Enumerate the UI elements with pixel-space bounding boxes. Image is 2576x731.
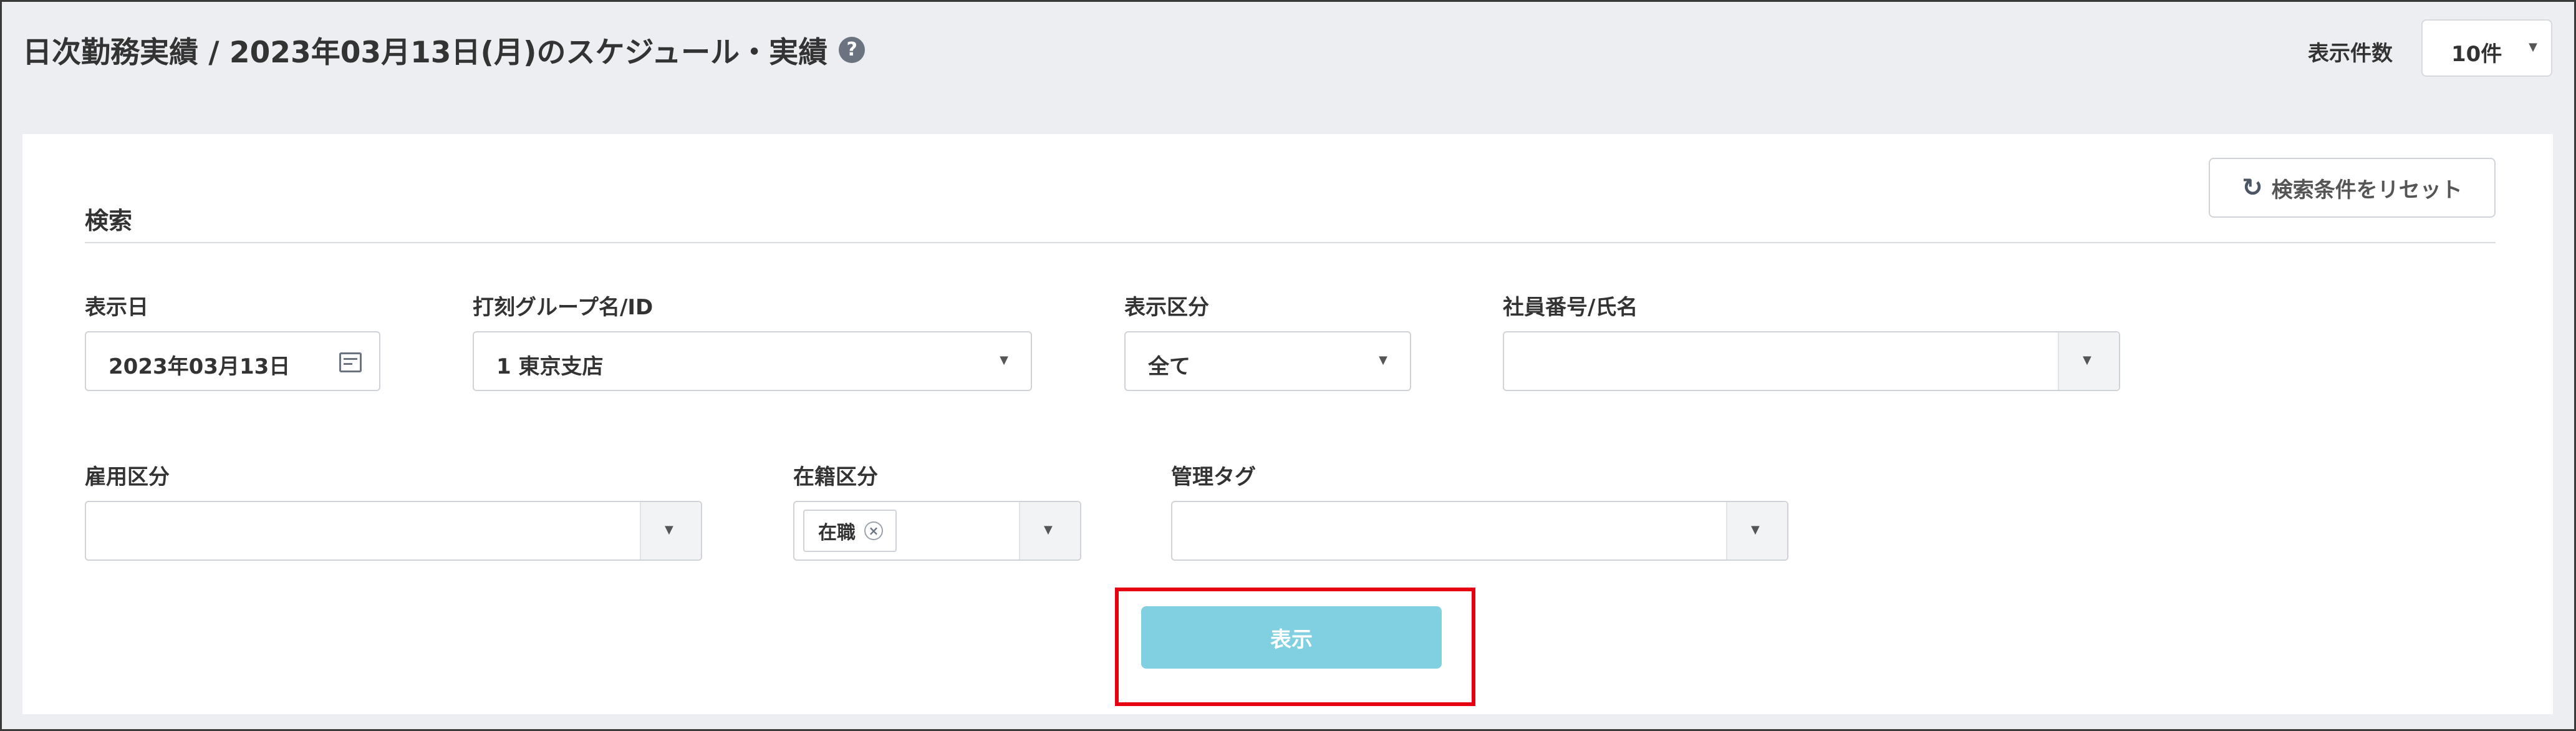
caret-down-icon: ▼: [1379, 354, 1387, 367]
page-header: 日次勤務実績 / 2023年03月13日(月)のスケジュール・実績 ? 表示件数…: [2, 2, 2574, 133]
display-category-label: 表示区分: [1124, 295, 1209, 320]
screen-frame: 日次勤務実績 / 2023年03月13日(月)のスケジュール・実績 ? 表示件数…: [0, 0, 2576, 731]
clock-group-select[interactable]: 1 東京支店 ▼: [473, 331, 1032, 391]
caret-down-icon: ▼: [2083, 354, 2091, 367]
employment-type-dropdown-toggle[interactable]: ▼: [640, 502, 701, 559]
display-category-select[interactable]: 全て ▼: [1124, 331, 1411, 391]
caret-down-icon: ▼: [1751, 523, 1760, 536]
enrollment-tag-label: 在職: [818, 522, 856, 544]
section-divider: [85, 242, 2496, 243]
page-title-text: 日次勤務実績 / 2023年03月13日(月)のスケジュール・実績: [22, 36, 828, 70]
reset-search-label: 検索条件をリセット: [2271, 177, 2463, 203]
clock-group-label: 打刻グループ名/ID: [473, 295, 654, 320]
caret-down-icon: ▼: [1044, 523, 1053, 536]
management-tag-label: 管理タグ: [1171, 465, 1256, 490]
help-icon[interactable]: ?: [839, 36, 866, 63]
employee-select[interactable]: ▼: [1503, 331, 2120, 391]
caret-down-icon: ▼: [2529, 41, 2537, 54]
display-date-value: 2023年03月13日: [109, 354, 291, 379]
management-tag-select[interactable]: ▼: [1171, 501, 1788, 561]
per-page-value: 10件: [2451, 42, 2502, 67]
enrollment-tag-chip: 在職 ×: [803, 510, 897, 552]
search-section-title: 検索: [85, 207, 133, 235]
display-date-input[interactable]: 2023年03月13日: [85, 331, 380, 391]
per-page-select[interactable]: 10件 ▼: [2421, 19, 2552, 77]
enrollment-status-dropdown-toggle[interactable]: ▼: [1019, 502, 1080, 559]
page-title: 日次勤務実績 / 2023年03月13日(月)のスケジュール・実績 ?: [22, 28, 866, 71]
employment-type-select[interactable]: ▼: [85, 501, 702, 561]
enrollment-status-select[interactable]: 在職 × ▼: [793, 501, 1081, 561]
calendar-icon[interactable]: [339, 352, 362, 372]
per-page-label: 表示件数: [2308, 41, 2393, 66]
employment-type-label: 雇用区分: [85, 465, 170, 490]
refresh-icon: ↻: [2242, 173, 2263, 202]
highlight-annotation: [1115, 588, 1475, 706]
clock-group-value: 1 東京支店: [496, 354, 604, 379]
display-date-label: 表示日: [85, 295, 148, 320]
caret-down-icon: ▼: [665, 523, 673, 536]
enrollment-status-label: 在籍区分: [793, 465, 878, 490]
employee-dropdown-toggle[interactable]: ▼: [2058, 332, 2119, 390]
management-tag-dropdown-toggle[interactable]: ▼: [1726, 502, 1787, 559]
reset-search-button[interactable]: ↻ 検索条件をリセット: [2209, 158, 2496, 218]
caret-down-icon: ▼: [1000, 354, 1008, 367]
remove-tag-icon[interactable]: ×: [864, 521, 883, 540]
display-category-value: 全て: [1148, 354, 1190, 379]
employee-label: 社員番号/氏名: [1503, 295, 1638, 320]
